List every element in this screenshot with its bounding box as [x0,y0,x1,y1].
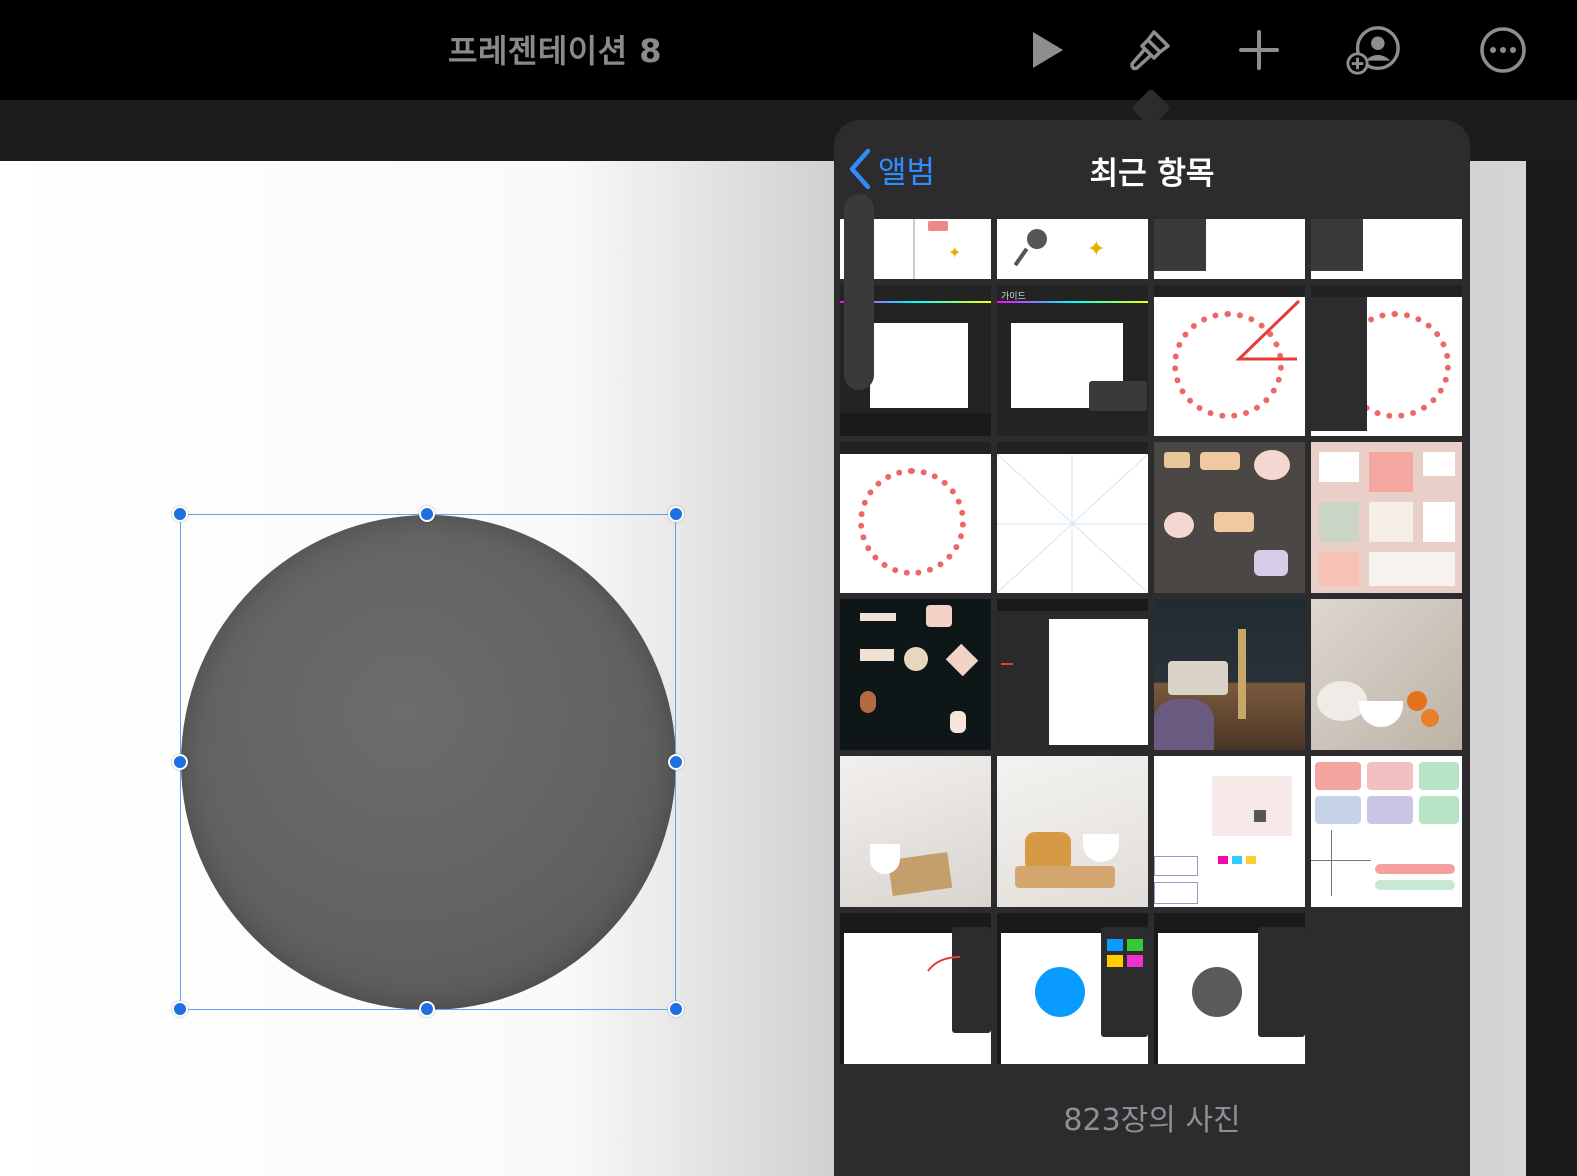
photo-thumbnail[interactable] [1311,599,1462,750]
photo-thumbnail[interactable] [997,756,1148,907]
photo-thumbnail[interactable] [1311,219,1462,279]
photo-thumbnail[interactable] [997,913,1148,1064]
photo-thumbnail[interactable] [1311,442,1462,593]
collaborate-icon [1346,26,1400,75]
resize-handle-top-left[interactable] [172,506,188,522]
photo-picker-popover: 앨범 최근 항목 ✦ ✦ 가이드 823장의 사진 [834,120,1470,1176]
plus-icon [1239,30,1279,70]
resize-handle-left[interactable] [172,754,188,770]
photo-thumbnail[interactable]: ✦ [997,219,1148,279]
resize-handle-top-right[interactable] [668,506,684,522]
collaborate-button[interactable] [1345,22,1401,78]
more-button[interactable] [1475,22,1531,78]
paintbrush-icon [1130,30,1170,71]
play-button[interactable] [1019,22,1075,78]
selection-box [180,514,676,1010]
resize-handle-right[interactable] [668,754,684,770]
photo-thumbnail[interactable] [840,599,991,750]
canvas-edge [1526,161,1577,1176]
more-icon [1480,27,1526,73]
resize-handle-bottom[interactable] [419,1001,435,1017]
photo-thumbnail[interactable] [1154,219,1305,279]
photo-thumbnail[interactable]: 가이드 [997,285,1148,436]
insert-button[interactable] [1231,22,1287,78]
photo-thumbnail[interactable] [840,756,991,907]
photo-thumbnail[interactable] [1154,913,1305,1064]
play-icon [1033,32,1063,68]
photo-thumbnail[interactable] [1154,756,1305,907]
resize-handle-bottom-left[interactable] [172,1001,188,1017]
photo-thumbnail[interactable] [1311,285,1462,436]
photo-thumbnail[interactable] [1311,756,1462,907]
photo-thumbnail[interactable] [840,442,991,593]
photo-count: 823장의 사진 [1063,1103,1241,1138]
photo-thumbnail[interactable] [1154,285,1305,436]
resize-handle-bottom-right[interactable] [668,1001,684,1017]
photo-thumbnail[interactable] [1154,442,1305,593]
photo-thumbnail[interactable] [997,599,1148,750]
popover-title: 최근 항목 [1089,156,1215,192]
photo-thumbnail[interactable] [997,442,1148,593]
photo-thumbnail[interactable] [840,913,991,1064]
top-toolbar: 프레젠테이션 8 [0,0,1577,100]
scroll-indicator[interactable] [844,194,874,390]
format-button[interactable] [1122,22,1178,78]
resize-handle-top[interactable] [419,506,435,522]
document-title[interactable]: 프레젠테이션 8 [448,26,662,72]
photo-thumbnail[interactable] [1154,599,1305,750]
